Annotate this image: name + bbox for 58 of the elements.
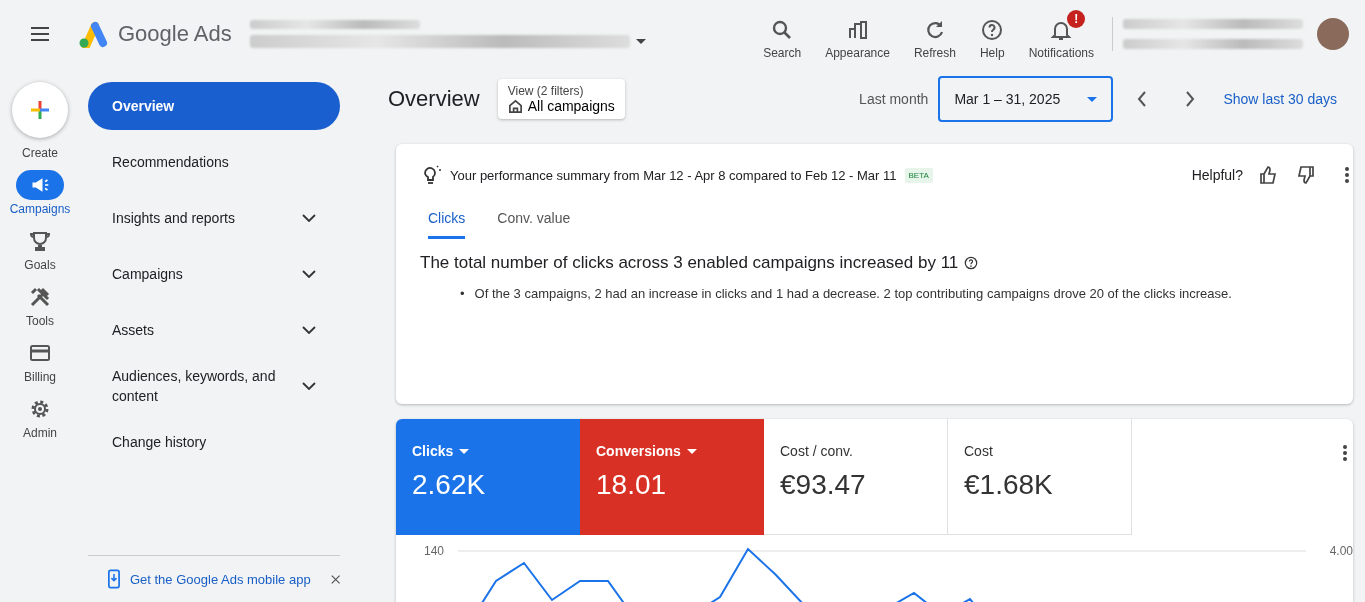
metric-tile[interactable]: Cost / conv. €93.47 xyxy=(764,419,948,535)
thumbs-down-icon[interactable] xyxy=(1295,165,1315,185)
nav-item[interactable]: Insights and reports xyxy=(88,194,340,242)
summary-headline: The total number of clicks across 3 enabled campaigns increased by 11 xyxy=(420,253,959,273)
tools-icon xyxy=(28,285,52,309)
avatar[interactable] xyxy=(1317,18,1349,50)
summary-tab[interactable]: Conv. value xyxy=(497,204,571,239)
nav-item[interactable]: Assets xyxy=(88,306,340,354)
metric-tile[interactable]: Conversions 18.01 xyxy=(580,419,764,535)
mobile-app-link[interactable]: Get the Google Ads mobile app xyxy=(129,571,311,587)
metric-tile[interactable]: Clicks 2.62K xyxy=(396,419,580,535)
help-icon[interactable] xyxy=(964,256,979,270)
rail-item[interactable]: Create xyxy=(0,68,80,160)
summary-tab[interactable]: Clicks xyxy=(428,204,466,239)
show-last-30-days-link[interactable]: Show last 30 days xyxy=(1223,91,1337,107)
toolbar-button[interactable]: ! Notifications xyxy=(1018,6,1108,62)
axis-tick-label: 140 xyxy=(424,544,445,558)
rail-item[interactable]: Tools xyxy=(0,282,80,328)
toolbar-button[interactable]: Search xyxy=(753,6,816,62)
date-range-picker[interactable]: Mar 1 – 31, 2025 xyxy=(938,76,1114,122)
view-filter-button[interactable]: View (2 filters) All campaigns xyxy=(497,79,625,119)
more-icon[interactable] xyxy=(1345,167,1349,183)
rail-item[interactable]: Campaigns xyxy=(0,170,80,216)
more-icon[interactable] xyxy=(1343,445,1347,461)
nav-item[interactable]: Audiences, keywords, and content xyxy=(88,362,340,410)
chevron-right-icon[interactable] xyxy=(1185,91,1196,107)
nav-item[interactable]: Campaigns xyxy=(88,250,340,298)
rail-item[interactable]: Billing xyxy=(0,338,80,384)
trophy-icon xyxy=(28,229,52,253)
summary-title: Your performance summary from Mar 12 - Apr 8 compared to Feb 12 - Mar 11 xyxy=(450,167,897,183)
megaphone-icon xyxy=(30,175,50,195)
caret-icon[interactable] xyxy=(635,39,646,44)
rail-item[interactable]: Goals xyxy=(0,226,80,272)
toolbar-button[interactable]: Appearance xyxy=(815,6,904,62)
close-icon[interactable] xyxy=(330,573,340,585)
help-icon xyxy=(980,18,1005,42)
product-name: Google Ads xyxy=(118,21,232,47)
toolbar-button[interactable]: Help xyxy=(969,6,1019,62)
notification-badge: ! xyxy=(1067,10,1086,28)
bullet-marker: • xyxy=(460,286,465,301)
metric-tile[interactable]: Cost €1.68K xyxy=(948,419,1132,535)
nav-item[interactable]: Change history xyxy=(88,418,340,466)
toolbar-button[interactable]: Refresh xyxy=(903,6,970,62)
rail-item[interactable]: Admin xyxy=(0,394,80,440)
axis-tick-label: 4.00 xyxy=(1329,544,1353,558)
caret-icon xyxy=(1087,96,1098,102)
nav-item[interactable]: Recommendations xyxy=(88,138,340,186)
nav-item[interactable]: Overview xyxy=(88,82,340,130)
helpful-label: Helpful? xyxy=(1191,167,1243,183)
phone-icon xyxy=(108,568,120,590)
thumbs-up-icon[interactable] xyxy=(1259,165,1279,185)
range-label: Last month xyxy=(859,91,929,107)
plus-icon xyxy=(28,98,52,122)
page-title: Overview xyxy=(388,86,480,112)
chevron-left-icon[interactable] xyxy=(1137,91,1148,107)
store-icon xyxy=(507,98,523,114)
summary-bullet: Of the 3 campaigns, 2 had an increase in clicks and 1 had a decrease. 2 top contributing campaigns drove 20 of the clicks increase. xyxy=(474,285,1232,303)
beta-badge: BETA xyxy=(904,167,933,183)
